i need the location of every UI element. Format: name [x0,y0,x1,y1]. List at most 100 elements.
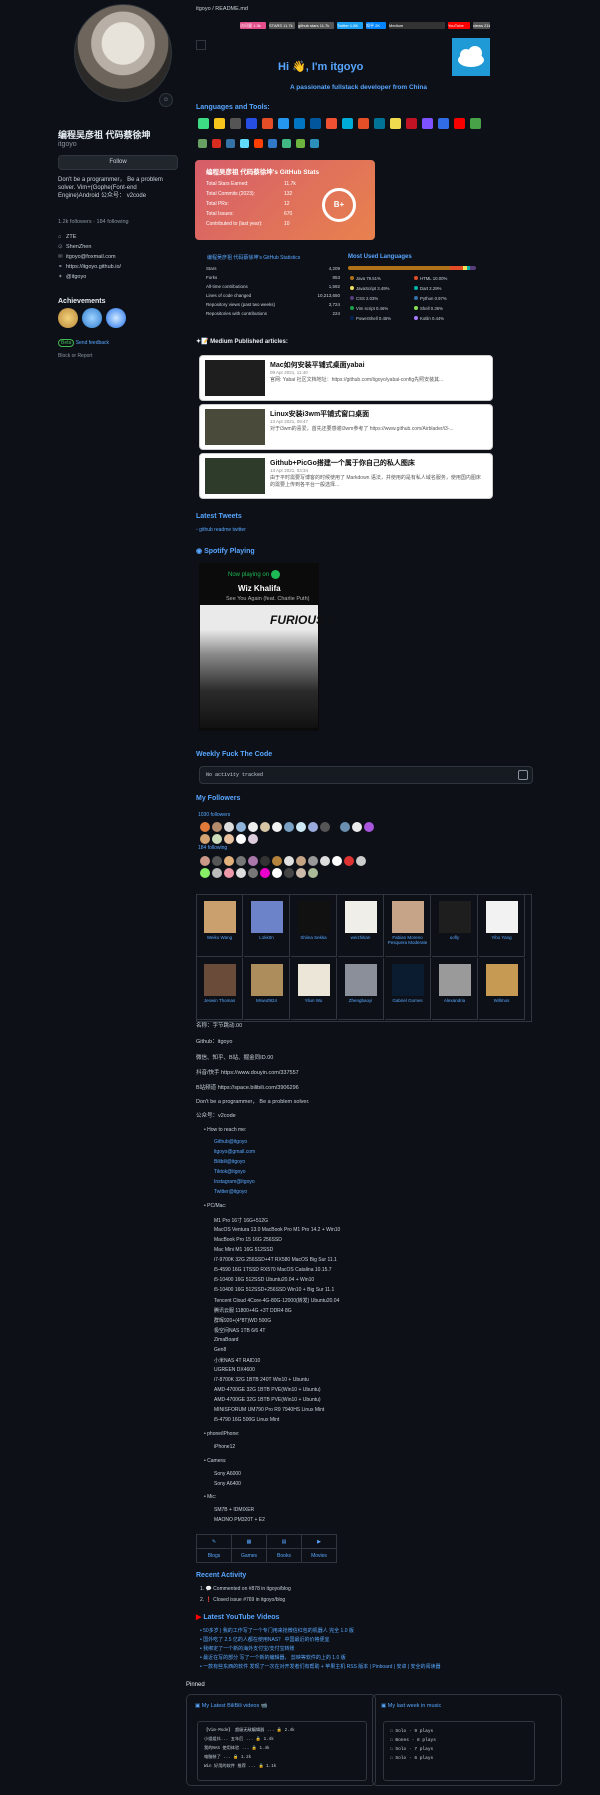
mongodb-icon[interactable] [470,118,481,129]
following-avatar[interactable] [356,856,366,866]
achievements-heading[interactable]: Achievements [58,298,105,305]
follower-avatar[interactable] [212,834,222,844]
follower-avatar[interactable] [284,822,294,832]
kubernetes-icon[interactable] [438,118,449,129]
following-avatar[interactable] [296,856,306,866]
tab-games[interactable]: Games [231,1548,267,1563]
follower-card[interactable]: Yilun Wu [291,958,337,1020]
follower-avatar[interactable] [260,822,270,832]
following-avatar[interactable] [200,868,210,878]
activity-item[interactable]: 2. ❗ Closed issue #769 in itgoyo/blog [200,1597,285,1603]
follower-avatar[interactable] [236,834,246,844]
javascript-icon[interactable] [390,118,401,129]
shield-badge[interactable]: STARS 11.7k [269,22,295,29]
sidebar-item-twitter[interactable]: ✦ @itgoyo [58,274,86,280]
c-icon[interactable] [230,118,241,129]
follower-card[interactable]: Fabian Moreno Pesquera Moderate [385,895,431,957]
medium-article-card[interactable]: Mac如何安装平铺式桌面yabai 09 Apr 2021, 11:40 官网: Y… [199,355,493,401]
shield-badge[interactable]: views 21k [473,22,490,29]
followers-count-label[interactable]: 1030 followers [198,812,230,818]
dart-icon[interactable] [294,118,305,129]
vuejs-icon[interactable] [282,139,291,148]
follower-card[interactable]: Shiina Sekka [291,895,337,957]
follower-avatar[interactable] [224,822,234,832]
following-avatar[interactable] [200,856,210,866]
follower-avatar[interactable] [200,834,210,844]
follower-card[interactable]: Zhengbaoyi [338,958,384,1020]
follower-avatar[interactable] [248,822,258,832]
follower-card[interactable]: Yibo Yang [479,895,525,957]
following-avatar[interactable] [212,856,222,866]
reach-link[interactable]: Instagram@itgoyo [214,1179,255,1185]
android-icon[interactable] [198,118,209,129]
follower-card[interactable]: Willmos [479,958,525,1020]
copy-icon[interactable] [518,770,528,780]
reach-link[interactable]: itgoyo@gmail.com [214,1149,255,1155]
following-avatar[interactable] [296,868,306,878]
info-line[interactable]: B站频道 https://space.bilibili.com/3906296 [196,1083,299,1091]
git-icon[interactable] [326,118,337,129]
shield-badge[interactable]: 访问量 1.3k [240,22,266,29]
following-avatar[interactable] [248,856,258,866]
reach-link[interactable]: Twitter@itgoyo [214,1189,247,1195]
follower-avatar[interactable] [352,822,362,832]
shield-badge[interactable]: 知乎 2K [366,22,386,29]
vim-icon[interactable] [310,139,319,148]
follower-avatar[interactable] [364,822,374,832]
follower-card[interactable]: Mrwu0924 [244,958,290,1020]
follower-card[interactable]: L1kk0n [244,895,290,957]
video-link[interactable]: • 一款有些东西的软件 发现了一次在对开发者们有帮助 + 苹果主机 RSS 版本… [200,1663,545,1670]
shield-badge[interactable]: Medium [389,22,445,29]
java-icon[interactable] [374,118,385,129]
pinned-card[interactable]: ▣ My last week in music ☐ Solo · 9 plays… [372,1694,562,1786]
kotlin-icon[interactable] [422,118,433,129]
shield-badge[interactable]: Twitter 1.8K [337,22,363,29]
following-avatar[interactable] [260,856,270,866]
following-avatar[interactable] [212,868,222,878]
medium-article-card[interactable]: Github+PicGo搭建一个属于你自己的私人图床 13 Apr 2021, 0… [199,453,493,499]
info-line[interactable]: 抖音/快手 https://www.douyin.com/337557 [196,1068,299,1076]
video-link[interactable]: • 国外吃了 2.5 亿的人都在使用NAS？ 中国最近的价格便宜 [200,1636,330,1643]
following-avatar[interactable] [344,856,354,866]
following-avatar[interactable] [260,868,270,878]
reach-link[interactable]: Bilibili@itgoyo [214,1159,245,1165]
shield-badge[interactable]: YouTube [448,22,470,29]
follower-avatar[interactable] [200,822,210,832]
tab-books[interactable]: Books [266,1548,302,1563]
pinned-title[interactable]: ▣ My last week in music [381,1703,441,1709]
spring-icon[interactable] [296,139,305,148]
jest-icon[interactable] [406,118,417,129]
follower-card[interactable]: Weiko Wang [197,895,243,957]
following-count-label[interactable]: 184 following [198,845,227,851]
pinned-title[interactable]: ▣ My Latest BiliBili videos 📹 [195,1703,268,1709]
tab-movies[interactable]: Movies [301,1548,337,1563]
follower-avatar[interactable] [340,822,350,832]
reach-link[interactable]: Tiktok@itgoyo [214,1169,246,1175]
readme-path[interactable]: itgoyo / README.md [196,6,248,12]
follower-card[interactable]: Jeswin Thomas [197,958,243,1020]
achievement-badge-quickdraw[interactable] [82,308,102,328]
following-avatar[interactable] [224,856,234,866]
followers-count[interactable]: 1.2k followers · 184 following [58,219,129,225]
following-avatar[interactable] [332,856,342,866]
follower-card[interactable]: uofly [432,895,478,957]
follower-avatar[interactable] [272,822,282,832]
follow-button[interactable]: Follow [58,155,178,170]
flutter-icon[interactable] [310,118,321,129]
video-link[interactable]: • 我绑定了一个新的海外支付宝/支付宝转账 [200,1645,295,1652]
react-icon[interactable] [240,139,249,148]
following-avatar[interactable] [308,868,318,878]
following-avatar[interactable] [272,856,282,866]
mysql-icon[interactable] [454,118,465,129]
activity-item[interactable]: 1. 💬 Commented on #878 in itgoyo/blog [200,1586,291,1592]
typescript-icon[interactable] [268,139,277,148]
follower-avatar[interactable] [236,822,246,832]
swift-icon[interactable] [254,139,263,148]
html5-icon[interactable] [358,118,369,129]
achievement-badge-pull-shark[interactable] [58,308,78,328]
following-avatar[interactable] [236,868,246,878]
nodejs-icon[interactable] [198,139,207,148]
follower-card[interactable]: Alexandria [432,958,478,1020]
following-avatar[interactable] [224,868,234,878]
follower-avatar[interactable] [320,822,330,832]
